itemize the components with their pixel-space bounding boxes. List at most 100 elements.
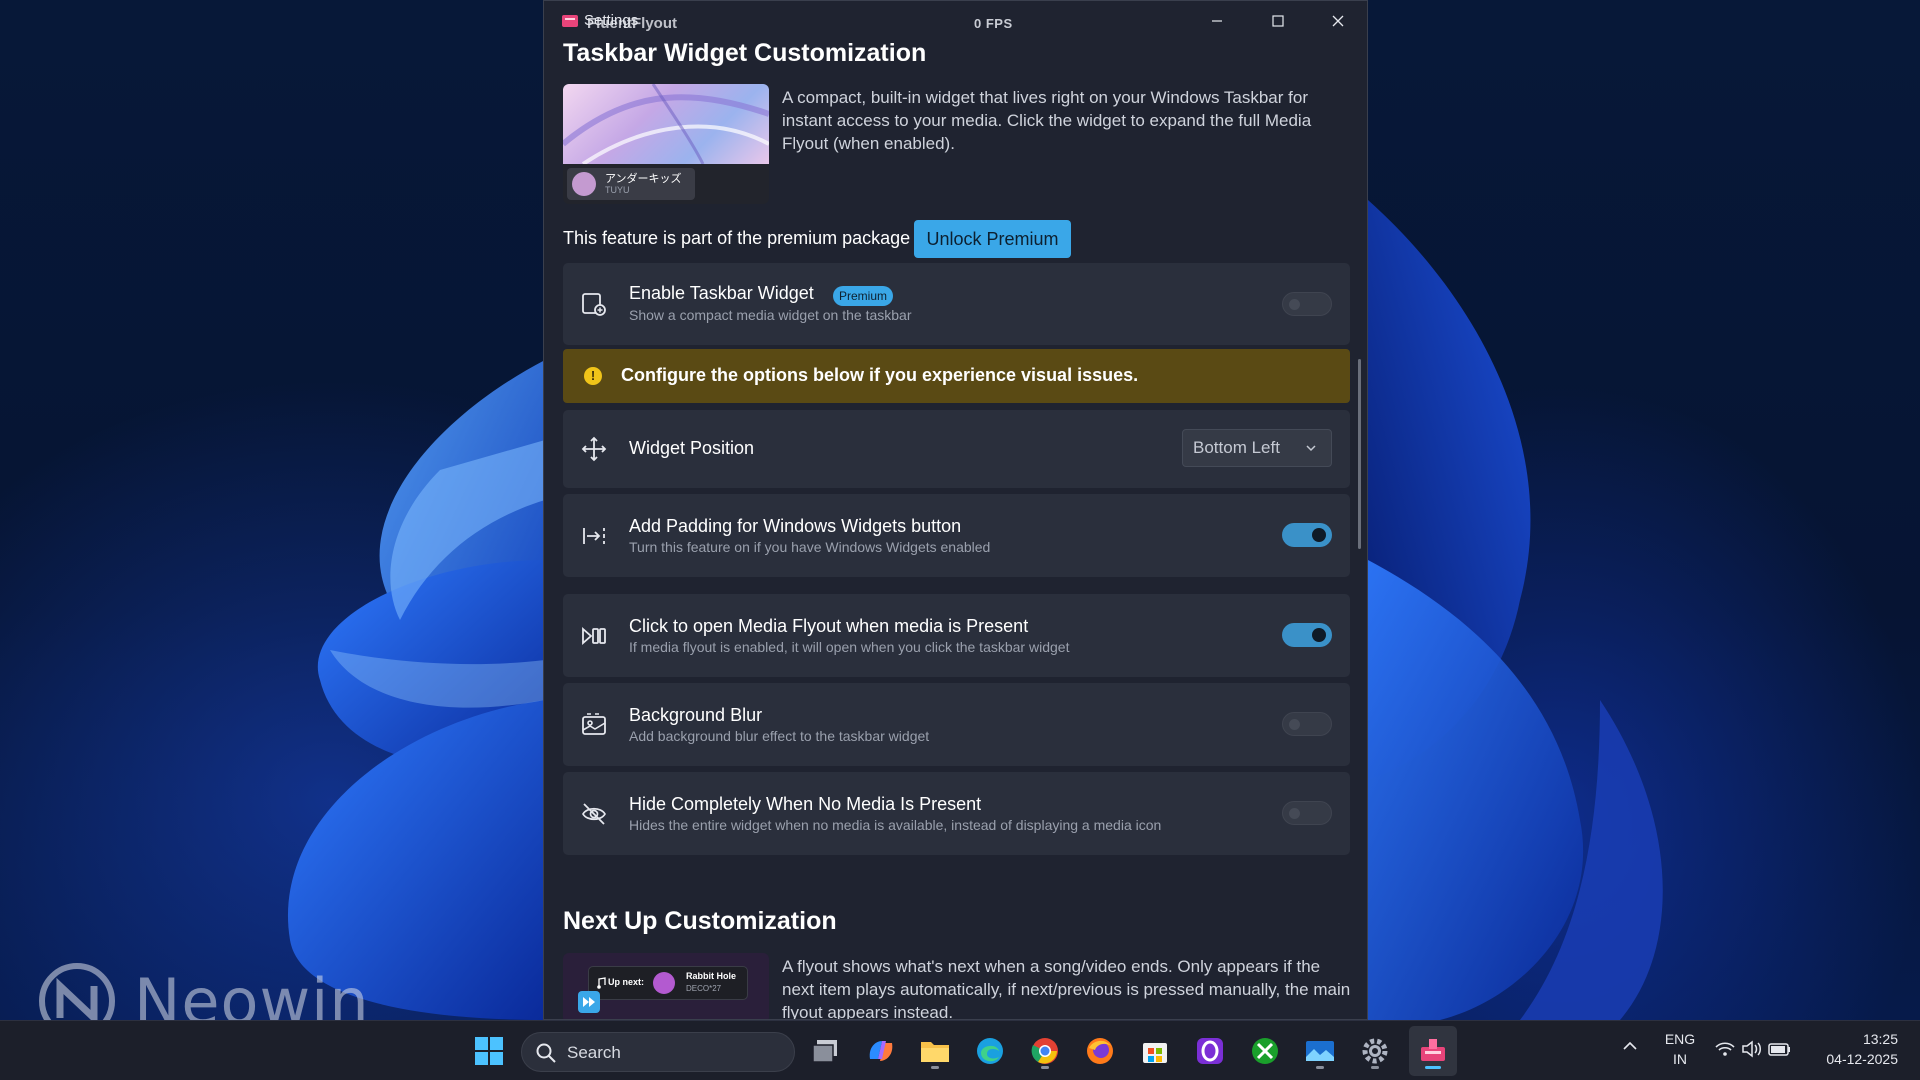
nextup-preview-image: Up next: Rabbit Hole DECO*27 xyxy=(563,953,769,1019)
xbox-icon xyxy=(1252,1038,1278,1064)
widget-position-title: Widget Position xyxy=(629,438,755,458)
copilot-button[interactable] xyxy=(861,1031,901,1071)
padding-toggle[interactable] xyxy=(1282,523,1332,547)
taskbar-widget-preview-image: アンダーキッズ TUYU xyxy=(563,84,769,204)
store-icon xyxy=(1143,1043,1167,1063)
play-pause-icon xyxy=(582,626,606,645)
hide-subtitle: Hides the entire widget when no media is… xyxy=(629,817,1162,833)
settings-content: FluentFlyout Settings 0 FPS Taskbar Widg… xyxy=(544,1,1367,1019)
wifi-icon xyxy=(1715,1042,1735,1056)
taskbar: Search ENG IN 13:25 04-12-2025 xyxy=(0,1020,1920,1080)
chevron-down-icon xyxy=(1306,445,1316,452)
premium-badge: Premium xyxy=(833,286,894,306)
blur-title: Background Blur xyxy=(629,705,763,725)
language-indicator[interactable]: ENG IN xyxy=(1658,1030,1702,1072)
blur-subtitle: Add background blur effect to the taskba… xyxy=(629,728,930,744)
nextup-song-title: Rabbit Hole xyxy=(686,971,737,981)
windows-start-icon xyxy=(475,1037,503,1065)
region-code: IN xyxy=(1673,1051,1687,1067)
move-arrows-icon xyxy=(581,436,607,462)
warning-icon: ! xyxy=(584,367,602,385)
nextup-section-title: Next Up Customization xyxy=(563,907,837,935)
enable-taskbar-widget-card: Enable Taskbar Widget Premium Show a com… xyxy=(563,263,1350,345)
click-open-subtitle: If media flyout is enabled, it will open… xyxy=(629,639,1070,655)
minimize-icon xyxy=(1212,20,1222,22)
edge-icon xyxy=(977,1038,1003,1064)
fps-counter: 0 FPS xyxy=(974,16,1013,31)
maximize-icon xyxy=(1272,15,1284,27)
music-note-icon xyxy=(597,977,606,989)
maximize-button[interactable] xyxy=(1248,1,1308,41)
click-open-toggle[interactable] xyxy=(1282,623,1332,647)
firefox-button[interactable] xyxy=(1080,1031,1120,1071)
fluentflyout-button[interactable] xyxy=(1413,1031,1453,1071)
eye-off-icon xyxy=(582,802,606,825)
up-next-label: Up next: xyxy=(608,977,644,987)
nextup-section-description: A flyout shows what's next when a song/v… xyxy=(782,957,1351,1020)
album-art-icon xyxy=(653,972,675,994)
warning-text: Configure the options below if you exper… xyxy=(621,365,1139,385)
firefox-icon xyxy=(1087,1038,1113,1064)
skip-forward-icon xyxy=(578,991,600,1013)
enable-widget-title: Enable Taskbar Widget xyxy=(629,283,814,303)
widget-position-dropdown[interactable]: Bottom Left xyxy=(1182,429,1332,467)
start-button[interactable] xyxy=(469,1031,509,1071)
app-icon xyxy=(562,15,578,27)
hide-toggle[interactable] xyxy=(1282,801,1332,825)
taskbar-search-box[interactable]: Search xyxy=(521,1032,795,1072)
title-bar[interactable]: FluentFlyout Settings 0 FPS xyxy=(544,1,1367,43)
photos-icon xyxy=(1306,1041,1334,1061)
copilot-icon xyxy=(869,1041,893,1061)
fluentflyout-icon xyxy=(1421,1039,1445,1061)
volume-icon xyxy=(1742,1040,1761,1058)
window-title: Settings xyxy=(584,12,639,29)
store-button[interactable] xyxy=(1135,1031,1175,1071)
system-tray-quick-settings[interactable] xyxy=(1712,1039,1792,1063)
language-code: ENG xyxy=(1664,1031,1696,1047)
file-explorer-icon xyxy=(921,1042,949,1062)
hide-no-media-card: Hide Completely When No Media Is Present… xyxy=(563,772,1350,855)
hide-title: Hide Completely When No Media Is Present xyxy=(629,794,982,814)
padding-icon xyxy=(583,527,605,544)
widget-position-card: Widget Position Bottom Left xyxy=(563,410,1350,488)
show-hidden-icons-button[interactable] xyxy=(1622,1039,1638,1058)
warning-banner: ! Configure the options below if you exp… xyxy=(563,349,1350,403)
opera-button[interactable] xyxy=(1190,1031,1230,1071)
search-icon xyxy=(536,1043,556,1063)
close-button[interactable] xyxy=(1308,1,1367,41)
background-blur-card: Background Blur Add background blur effe… xyxy=(563,683,1350,766)
photos-button[interactable] xyxy=(1300,1031,1340,1071)
file-explorer-button[interactable] xyxy=(915,1031,955,1071)
preview-artist: TUYU xyxy=(605,185,630,195)
padding-widgets-card: Add Padding for Windows Widgets button T… xyxy=(563,494,1350,577)
enable-widget-toggle[interactable] xyxy=(1282,292,1332,316)
click-open-title: Click to open Media Flyout when media is… xyxy=(629,616,1029,636)
chevron-up-icon xyxy=(1623,1041,1637,1050)
minimize-button[interactable] xyxy=(1187,1,1247,41)
task-view-icon xyxy=(812,1040,837,1063)
preview-song-title: アンダーキッズ xyxy=(605,173,682,185)
xbox-button[interactable] xyxy=(1245,1031,1285,1071)
settings-button[interactable] xyxy=(1355,1031,1395,1071)
unlock-premium-button[interactable]: Unlock Premium xyxy=(914,220,1071,258)
taskbar-section-description: A compact, built-in widget that lives ri… xyxy=(782,88,1312,153)
clock[interactable]: 13:25 04-12-2025 xyxy=(1812,1030,1908,1072)
settings-gear-icon xyxy=(1362,1038,1388,1064)
close-icon xyxy=(1332,15,1344,27)
enable-widget-subtitle: Show a compact media widget on the taskb… xyxy=(629,307,912,323)
click-open-flyout-card: Click to open Media Flyout when media is… xyxy=(563,594,1350,677)
scrollbar[interactable] xyxy=(1358,359,1361,549)
chrome-button[interactable] xyxy=(1025,1031,1065,1071)
search-label: Search xyxy=(567,1043,621,1062)
chrome-icon xyxy=(1031,1038,1058,1064)
padding-subtitle: Turn this feature on if you have Windows… xyxy=(629,539,991,555)
battery-icon xyxy=(1768,1043,1790,1056)
padding-title: Add Padding for Windows Widgets button xyxy=(629,516,962,536)
task-view-button[interactable] xyxy=(806,1031,846,1071)
taskbar-section-title: Taskbar Widget Customization xyxy=(563,39,927,67)
blur-toggle[interactable] xyxy=(1282,712,1332,736)
widget-add-icon xyxy=(582,293,606,316)
edge-button[interactable] xyxy=(970,1031,1010,1071)
anime-art-icon xyxy=(563,84,769,164)
clock-time: 13:25 xyxy=(1862,1031,1898,1047)
